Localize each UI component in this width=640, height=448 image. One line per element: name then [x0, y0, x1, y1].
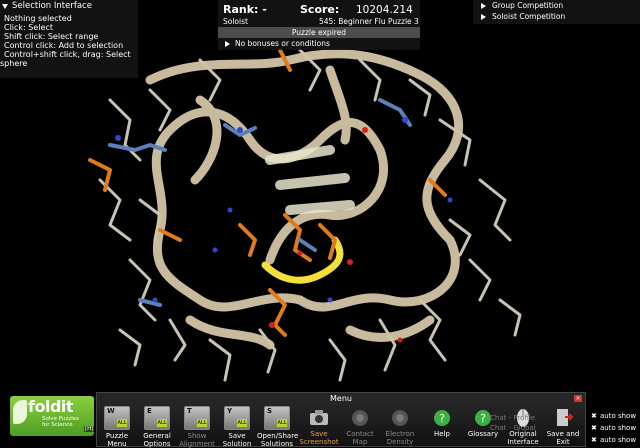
close-icon[interactable]: ×: [574, 395, 582, 402]
expand-triangle-icon[interactable]: [225, 40, 230, 47]
show-alignment-button[interactable]: T ALL Show Alignment: [177, 406, 217, 448]
auto-show-toggle[interactable]: ✖ auto show: [591, 436, 636, 444]
score-panel: Rank: - Score: 10204.214 Soloist 545: Be…: [218, 0, 420, 50]
chat-global-tab[interactable]: Chat - Global: [490, 423, 536, 433]
general-options-button[interactable]: E ALL General Options: [137, 406, 177, 448]
auto-show-label: auto show: [600, 424, 637, 432]
bonus-label: No bonuses or conditions: [235, 39, 330, 48]
menu-item-label: Menu: [107, 440, 127, 448]
logo-tagline: Solve Puzzles for Science: [42, 416, 79, 428]
menu-item-label: Alignment: [179, 440, 215, 448]
chat-profile-tab[interactable]: Chat - Profile: [490, 413, 536, 423]
selection-interface-header[interactable]: Selection Interface: [0, 0, 138, 14]
expand-triangle-icon[interactable]: [481, 2, 486, 9]
checkbox-icon: ✖: [591, 411, 597, 420]
auto-show-toggle[interactable]: ✖ auto show: [591, 412, 636, 420]
group-competition-toggle[interactable]: Group Competition: [473, 0, 640, 11]
expand-triangle-icon[interactable]: [481, 13, 486, 20]
selection-help-line: sphere: [0, 59, 28, 68]
hotkey-label: W: [107, 407, 115, 415]
menu-item-label: Save: [310, 430, 328, 438]
help-button[interactable]: ? Help: [422, 406, 462, 438]
foldit-logo[interactable]: foldit Solve Puzzles for Science [H]: [10, 396, 95, 436]
save-screenshot-button[interactable]: Save Screenshot: [299, 406, 339, 446]
leaf-icon: [13, 400, 27, 424]
menu-item-label: Contact: [346, 430, 374, 438]
camera-icon: [307, 406, 331, 428]
auto-show-label: auto show: [600, 412, 637, 420]
menu-title: Menu: [97, 393, 585, 404]
hotkey-label: Y: [227, 407, 233, 415]
selection-help-line: Shift click: Select range: [4, 32, 99, 41]
save-solution-icon: Y ALL: [224, 406, 250, 430]
group-competition-label: Group Competition: [492, 1, 564, 10]
menu-item-label: General: [143, 432, 171, 440]
puzzle-menu-button[interactable]: W ALL Puzzle Menu: [97, 406, 137, 448]
collapse-triangle-icon[interactable]: [2, 4, 8, 9]
help-icon: ?: [430, 406, 454, 428]
score-value: 10204.214: [356, 4, 413, 16]
soloist-competition-toggle[interactable]: Soloist Competition: [473, 11, 640, 22]
puzzle-status-bar: Puzzle expired: [218, 27, 420, 38]
selection-help-line: Control+shift click, drag: Select: [4, 50, 131, 59]
hotkey-label: T: [187, 407, 192, 415]
menu-item-label: Open/Share: [257, 432, 299, 440]
electron-density-icon: [388, 406, 412, 428]
logo-hotkey: [H]: [84, 426, 95, 432]
menu-item-label: Solution: [222, 440, 252, 448]
menu-item-label: Electron: [385, 430, 415, 438]
exit-door-icon: [551, 406, 575, 428]
menu-item-label: Help: [434, 430, 450, 438]
puzzle-menu-icon: W ALL: [104, 406, 130, 430]
selection-interface-title: Selection Interface: [12, 1, 92, 11]
menu-item-label: Puzzle: [105, 432, 129, 440]
hotkey-label: S: [267, 407, 273, 415]
save-and-exit-button[interactable]: Save and Exit: [543, 406, 583, 446]
mode-label: Soloist: [223, 17, 248, 26]
auto-show-toggle[interactable]: ✖ auto show: [591, 424, 636, 432]
bonus-toggle[interactable]: No bonuses or conditions: [225, 39, 330, 48]
chat-panel[interactable]: Chat - Profile Chat - Global: [490, 413, 536, 433]
rank-label: Rank: -: [223, 3, 267, 16]
checkbox-icon: ✖: [591, 435, 597, 444]
general-options-icon: E ALL: [144, 406, 170, 430]
logo-name: foldit: [28, 397, 74, 416]
auto-show-label: auto show: [600, 436, 637, 444]
contact-map-icon: [348, 406, 372, 428]
competition-panel: Group Competition Soloist Competition: [473, 0, 640, 24]
menu-item-label: Options: [143, 440, 171, 448]
selection-help-line: Click: Select: [4, 23, 53, 32]
selection-help-line: Control click: Add to selection: [4, 41, 124, 50]
puzzle-title: 545: Beginner Flu Puzzle 3: [319, 17, 419, 26]
show-alignment-icon: T ALL: [184, 406, 210, 430]
score-label: Score:: [300, 3, 340, 16]
menu-item-label: Save: [228, 432, 246, 440]
logo-tagline-2: for Science: [42, 422, 73, 428]
menu-item-label: Solutions: [260, 440, 294, 448]
selection-interface-panel: Selection Interface Nothing selected Cli…: [0, 0, 138, 78]
open-share-solutions-button[interactable]: S ALL Open/Share Solutions: [257, 406, 299, 448]
menu-item-label: Save and: [546, 430, 580, 438]
hotkey-label: E: [147, 407, 152, 415]
soloist-competition-label: Soloist Competition: [492, 12, 566, 21]
svg-text:?: ?: [480, 412, 486, 425]
selection-status: Nothing selected: [4, 14, 72, 23]
svg-text:?: ?: [439, 412, 445, 425]
open-share-solutions-icon: S ALL: [264, 406, 290, 430]
electron-density-button[interactable]: Electron Density: [380, 406, 420, 446]
menu-item-label: Show: [187, 432, 207, 440]
checkbox-icon: ✖: [591, 423, 597, 432]
contact-map-button[interactable]: Contact Map: [340, 406, 380, 446]
save-solution-button[interactable]: Y ALL Save Solution: [217, 406, 257, 448]
